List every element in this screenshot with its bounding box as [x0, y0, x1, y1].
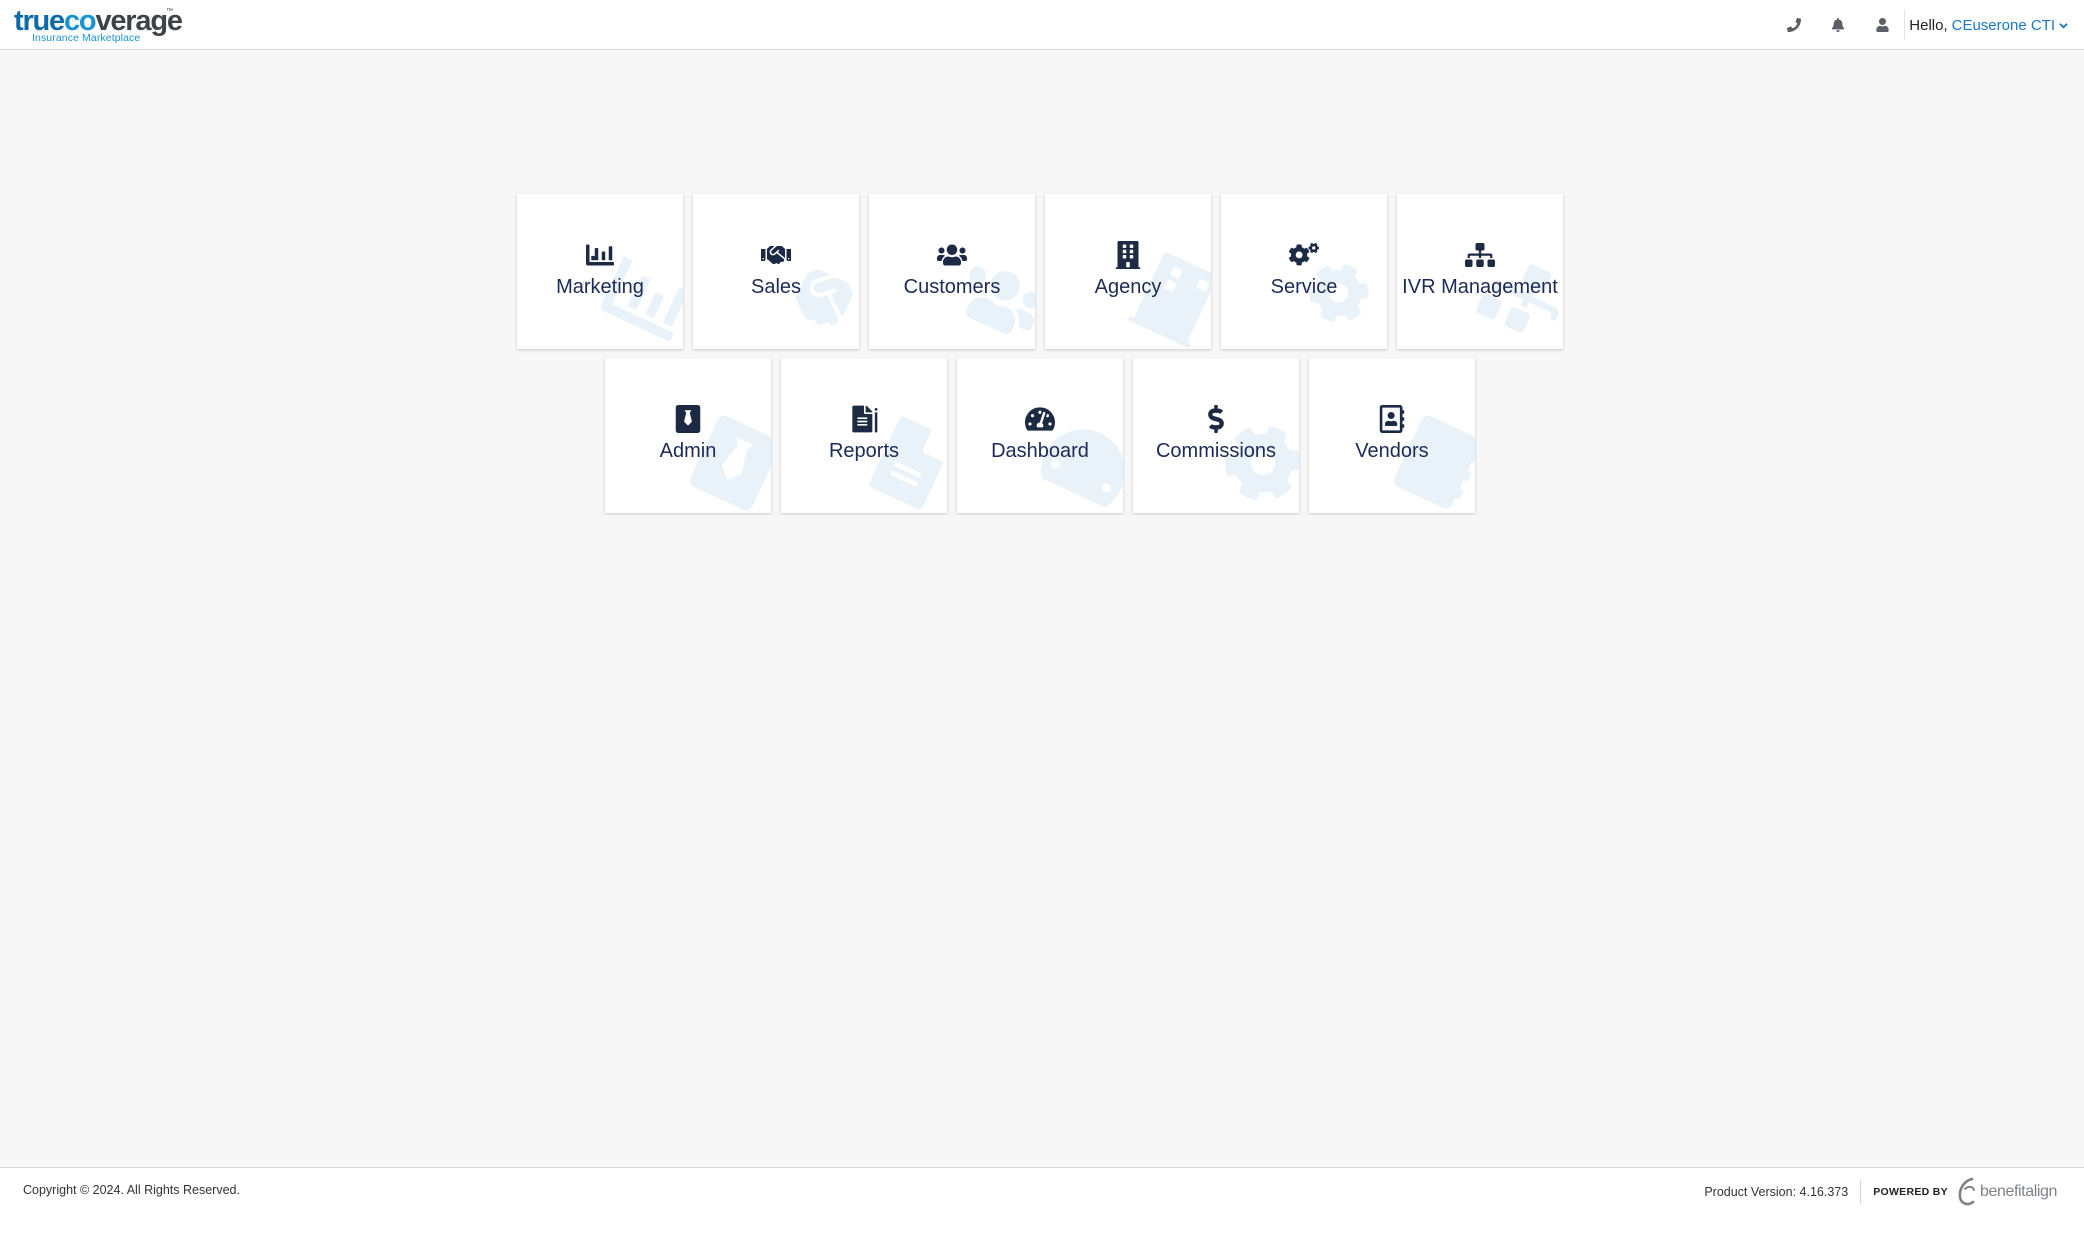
user-menu[interactable]: Hello, CEuserone CTI — [1904, 10, 2084, 40]
user-icon[interactable] — [1860, 0, 1904, 50]
tile-sales[interactable]: Sales — [693, 194, 859, 349]
tile-admin[interactable]: Admin — [605, 358, 771, 513]
footer-right: Product Version: 4.16.373 POWERED BY ben… — [1704, 1176, 2057, 1208]
sitemap-icon — [1464, 240, 1496, 270]
users-icon — [936, 240, 968, 270]
dollar-icon — [1200, 404, 1232, 434]
benefitalign-swoosh-icon — [1958, 1177, 1975, 1206]
user-name-link[interactable]: CEuserone CTI — [1952, 17, 2055, 34]
file-report-icon — [848, 404, 880, 434]
gears-icon — [1288, 240, 1320, 270]
tile-label: IVR Management — [1402, 276, 1558, 298]
module-tiles-row-2: Admin Reports Dashboard Commissions Vend… — [605, 358, 1475, 513]
tile-service[interactable]: Service — [1221, 194, 1387, 349]
logo-subtitle: Insurance Marketplace — [32, 32, 141, 44]
chevron-down-icon[interactable] — [2059, 17, 2068, 34]
powered-by-text: POWERED BY — [1873, 1186, 1948, 1198]
tile-marketing[interactable]: Marketing — [517, 194, 683, 349]
logo-trademark: ™ — [166, 8, 173, 15]
tile-dashboard[interactable]: Dashboard — [957, 358, 1123, 513]
tile-customers[interactable]: Customers — [869, 194, 1035, 349]
tile-label: Sales — [750, 276, 802, 298]
tile-reports[interactable]: Reports — [781, 358, 947, 513]
tile-label: Reports — [828, 440, 900, 462]
bar-chart-icon — [584, 240, 616, 270]
address-book-icon — [1376, 404, 1408, 434]
header-actions: Hello, CEuserone CTI — [1772, 0, 2084, 50]
tile-vendors[interactable]: Vendors — [1309, 358, 1475, 513]
tile-label: Admin — [659, 440, 717, 462]
bell-icon[interactable] — [1816, 0, 1860, 50]
benefitalign-logo: benefitalign — [1956, 1177, 2057, 1207]
tile-label: Agency — [1094, 276, 1162, 298]
tile-label: Marketing — [556, 276, 644, 298]
page-footer: Copyright © 2024. All Rights Reserved. P… — [0, 1167, 2084, 1245]
admin-badge-icon — [672, 404, 704, 434]
tile-agency[interactable]: Agency — [1045, 194, 1211, 349]
top-header: truecoverage ™ Insurance Marketplace Hel… — [0, 0, 2084, 50]
greeting-text: Hello, — [1909, 16, 1948, 34]
phone-icon[interactable] — [1772, 0, 1816, 50]
tile-label: Customers — [903, 276, 1001, 298]
copyright-text: Copyright © 2024. All Rights Reserved. — [23, 1183, 240, 1197]
tile-ivr-management[interactable]: IVR Management — [1397, 194, 1563, 349]
tile-label: Service — [1270, 276, 1338, 298]
truecoverage-logo[interactable]: truecoverage ™ Insurance Marketplace — [14, 4, 183, 46]
product-version: Product Version: 4.16.373 — [1704, 1180, 1862, 1204]
tile-commissions[interactable]: Commissions — [1133, 358, 1299, 513]
building-icon — [1112, 240, 1144, 270]
gauge-icon — [1024, 404, 1056, 434]
handshake-icon — [760, 240, 792, 270]
tile-label: Vendors — [1355, 440, 1429, 462]
module-tiles-row-1: Marketing Sales Customers Agency Service… — [517, 194, 1563, 349]
tile-label: Dashboard — [991, 440, 1089, 462]
tile-label: Commissions — [1155, 440, 1277, 462]
benefitalign-text: benefitalign — [1979, 1183, 2057, 1200]
